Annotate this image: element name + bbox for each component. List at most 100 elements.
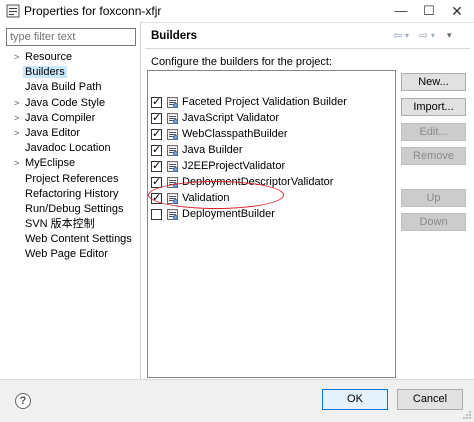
- builder-checkbox[interactable]: ✓: [151, 144, 162, 156]
- checkmark-icon: ✓: [152, 96, 162, 108]
- builder-icon: [167, 97, 178, 108]
- sidebar-item-java-compiler[interactable]: > Java Compiler: [0, 111, 140, 126]
- sidebar-item-label: Web Page Editor: [25, 248, 108, 261]
- builder-icon: [167, 177, 178, 188]
- checkmark-icon: ✓: [152, 176, 162, 188]
- builder-label: JavaScript Validator: [182, 112, 280, 124]
- builder-label: DeploymentBuilder: [182, 208, 275, 220]
- sidebar-item-java-code-style[interactable]: > Java Code Style: [0, 96, 140, 111]
- builders-list[interactable]: ✓ Faceted Project Validation Builder ✓ J…: [147, 70, 396, 378]
- sidebar-item-label: SVN 版本控制: [25, 218, 95, 231]
- builder-label: Java Builder: [182, 144, 243, 156]
- sidebar-item-label: Java Code Style: [25, 96, 106, 109]
- chevron-down-icon[interactable]: ▾: [405, 31, 409, 40]
- builder-label: DeploymentDescriptorValidator: [182, 176, 334, 188]
- chevron-down-icon[interactable]: ▾: [431, 31, 435, 40]
- sidebar-item-web-page-editor[interactable]: Web Page Editor: [0, 247, 140, 262]
- import-button[interactable]: Import...: [401, 98, 466, 116]
- sidebar-item-javadoc-location[interactable]: Javadoc Location: [0, 141, 140, 156]
- builders-description: Configure the builders for the project:: [151, 56, 332, 68]
- sidebar-item-label: Refactoring History: [25, 187, 119, 200]
- back-arrow-icon[interactable]: ⇦: [393, 29, 402, 42]
- sidebar-item-label: Javadoc Location: [25, 142, 111, 155]
- close-button[interactable]: ✕: [442, 0, 472, 22]
- preference-sidebar: >Resource Builders Java Build Path >Java…: [0, 22, 140, 379]
- builder-checkbox[interactable]: ✓: [151, 160, 162, 172]
- sidebar-item-label: Web Content Settings: [25, 233, 132, 246]
- list-item[interactable]: ✓ WebClasspathBuilder: [148, 127, 395, 143]
- sidebar-item-label: Java Editor: [25, 126, 81, 139]
- builder-icon: [167, 113, 178, 124]
- builder-icon: [167, 209, 178, 220]
- sidebar-item-refactoring-history[interactable]: Refactoring History: [0, 187, 140, 202]
- list-item[interactable]: ✓ Validation: [148, 191, 395, 207]
- dialog-footer: ? OK Cancel: [0, 380, 474, 422]
- builder-checkbox[interactable]: [151, 209, 162, 220]
- builder-icon: [167, 161, 178, 172]
- builder-label: Faceted Project Validation Builder: [182, 96, 347, 108]
- builder-icon: [167, 129, 178, 140]
- remove-button[interactable]: Remove: [401, 147, 466, 165]
- builder-checkbox[interactable]: ✓: [151, 176, 162, 188]
- sidebar-item-web-content-settings[interactable]: Web Content Settings: [0, 232, 140, 247]
- sidebar-item-svn[interactable]: SVN 版本控制: [0, 217, 140, 232]
- chevron-right-icon[interactable]: >: [14, 96, 22, 111]
- new-button[interactable]: New...: [401, 73, 466, 91]
- page-navigation: ⇦ ▾ ⇨ ▾ ▾: [393, 29, 465, 43]
- list-item[interactable]: ✓ Faceted Project Validation Builder: [148, 95, 395, 111]
- minimize-button[interactable]: —: [386, 0, 416, 22]
- help-icon[interactable]: ?: [15, 393, 31, 409]
- down-button[interactable]: Down: [401, 213, 466, 231]
- sidebar-item-label: Builders: [23, 66, 67, 79]
- sidebar-item-java-build-path[interactable]: Java Build Path: [0, 80, 140, 95]
- preference-tree: > Resource Builders Java Build Path > Java…: [0, 50, 140, 263]
- chevron-right-icon[interactable]: >: [14, 126, 22, 141]
- forward-arrow-icon[interactable]: ⇨: [419, 29, 428, 42]
- checkmark-icon: ✓: [152, 192, 162, 204]
- list-item[interactable]: ✓ DeploymentDescriptorValidator: [148, 175, 395, 191]
- builder-label: WebClasspathBuilder: [182, 128, 288, 140]
- list-item[interactable]: DeploymentBuilder: [148, 207, 395, 223]
- checkmark-icon: ✓: [152, 160, 162, 172]
- builder-checkbox[interactable]: ✓: [151, 128, 162, 140]
- sidebar-item-label: Run/Debug Settings: [25, 202, 124, 215]
- checkmark-icon: ✓: [152, 128, 162, 140]
- builder-checkbox[interactable]: ✓: [151, 192, 162, 204]
- sidebar-item-run-debug-settings[interactable]: Run/Debug Settings: [0, 202, 140, 217]
- cancel-button[interactable]: Cancel: [397, 389, 463, 410]
- sidebar-item-label: Java Build Path: [25, 81, 102, 94]
- sidebar-item-project-references[interactable]: Project References: [0, 172, 140, 187]
- sidebar-item-label: Resource: [25, 51, 73, 63]
- maximize-button[interactable]: ☐: [414, 0, 444, 22]
- builder-label: J2EEProjectValidator: [182, 160, 286, 172]
- checkmark-icon: ✓: [152, 144, 162, 156]
- list-item[interactable]: ✓ J2EEProjectValidator: [148, 159, 395, 175]
- resize-grip-icon[interactable]: [460, 410, 472, 420]
- sidebar-item-label: MyEclipse: [25, 157, 76, 170]
- window-title: Properties for foxconn-xfjr: [24, 4, 162, 18]
- chevron-right-icon[interactable]: >: [14, 156, 22, 171]
- chevron-right-icon[interactable]: >: [14, 111, 22, 126]
- filter-input[interactable]: [6, 28, 136, 46]
- builder-checkbox[interactable]: ✓: [151, 112, 162, 124]
- builder-checkbox[interactable]: ✓: [151, 96, 162, 108]
- properties-icon: [6, 4, 20, 18]
- ok-button[interactable]: OK: [322, 389, 388, 410]
- sidebar-item-builders[interactable]: Builders: [0, 65, 140, 80]
- edit-button[interactable]: Edit...: [401, 123, 466, 141]
- checkmark-icon: ✓: [152, 112, 162, 124]
- title-separator: [145, 48, 470, 49]
- chevron-right-icon[interactable]: >: [14, 50, 22, 65]
- title-bar: Properties for foxconn-xfjr — ☐ ✕: [0, 0, 474, 23]
- builder-icon: [167, 193, 178, 204]
- up-button[interactable]: Up: [401, 189, 466, 207]
- sidebar-item-java-editor[interactable]: > Java Editor: [0, 126, 140, 141]
- sidebar-item-myeclipse[interactable]: > MyEclipse: [0, 156, 140, 171]
- list-item[interactable]: ✓ Java Builder: [148, 143, 395, 159]
- builder-icon: [167, 145, 178, 156]
- sidebar-item-label: Java Compiler: [25, 111, 96, 124]
- list-item[interactable]: ✓ JavaScript Validator: [148, 111, 395, 127]
- sidebar-item-label: Project References: [25, 172, 119, 185]
- sidebar-item-resource[interactable]: > Resource: [0, 50, 140, 65]
- view-menu-icon[interactable]: ▾: [447, 30, 452, 41]
